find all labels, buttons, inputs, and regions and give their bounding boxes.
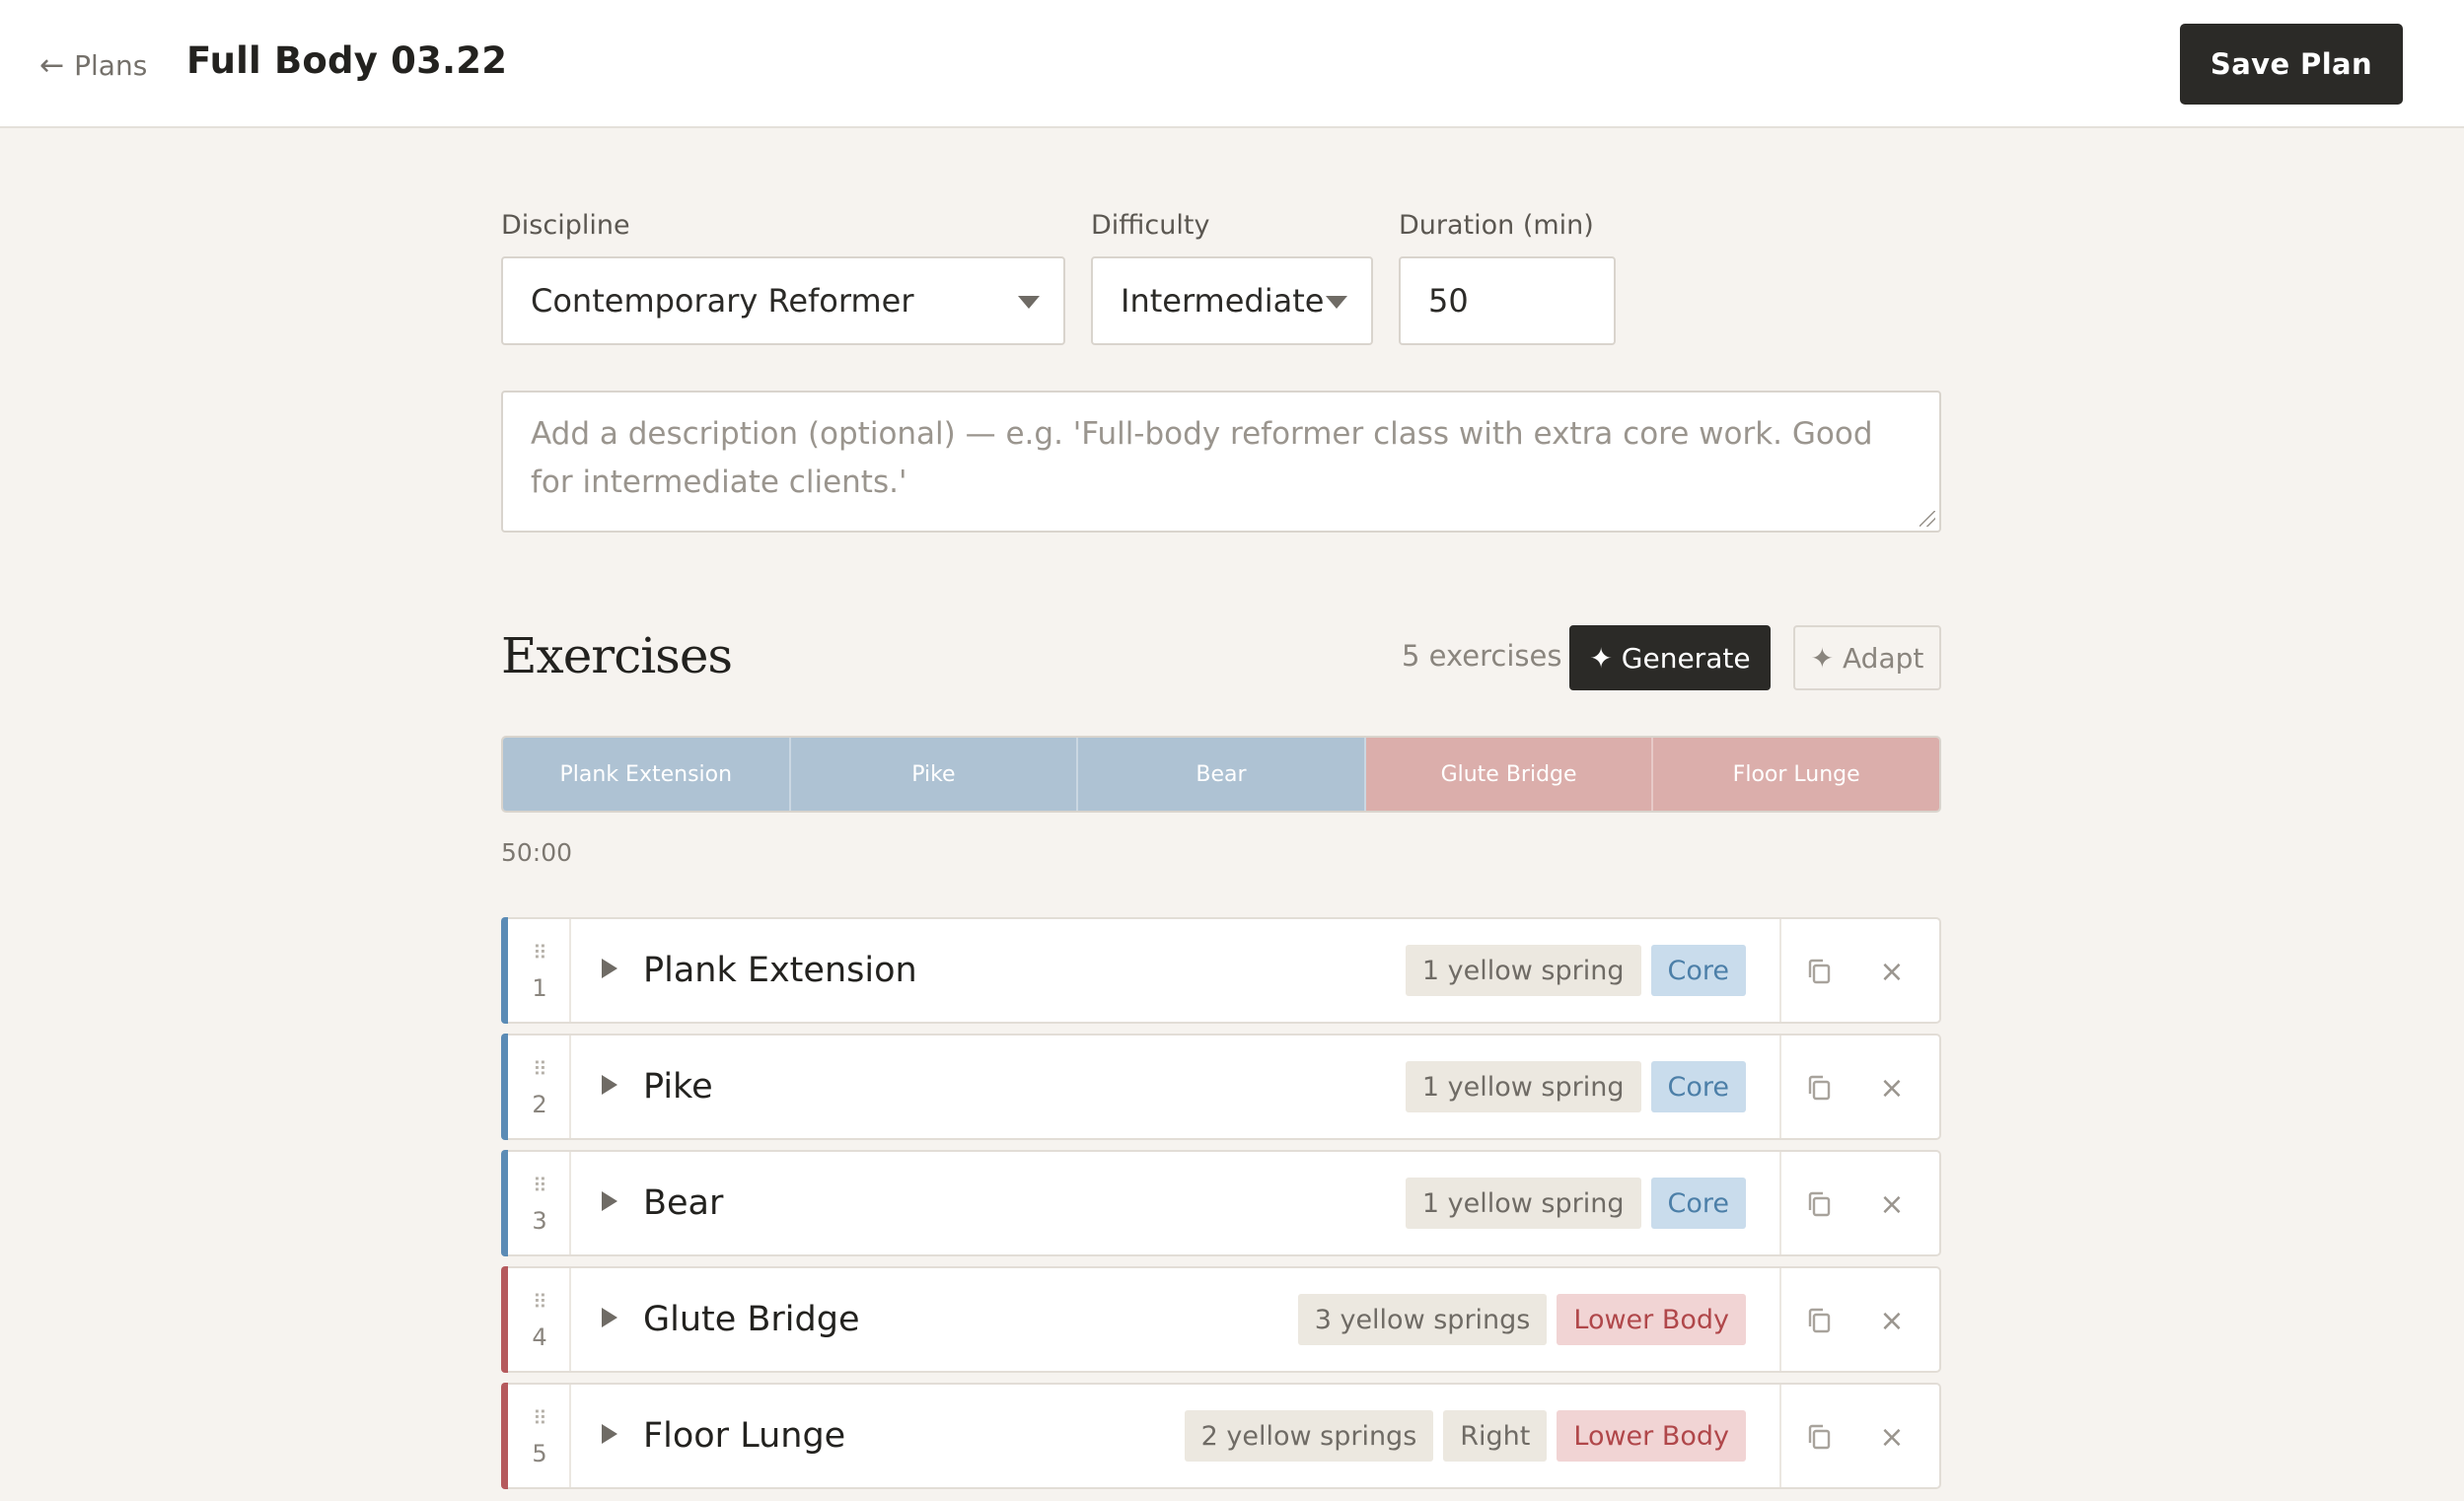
play-triangle-icon[interactable] <box>602 1424 617 1444</box>
copy-icon[interactable] <box>1805 1073 1833 1103</box>
duration-value: 50 <box>1428 282 1469 320</box>
row-divider <box>1779 1036 1781 1138</box>
discipline-value: Contemporary Reformer <box>531 282 914 320</box>
exercises-heading: Exercises <box>501 627 733 684</box>
side-tag: Right <box>1443 1410 1548 1462</box>
duration-input[interactable]: 50 <box>1399 256 1616 345</box>
category-tag: Lower Body <box>1557 1294 1746 1345</box>
close-icon[interactable]: × <box>1878 1071 1906 1106</box>
description-placeholder: Add a description (optional) — e.g. 'Ful… <box>531 416 1873 500</box>
timeline-total-duration: 50:00 <box>501 838 573 867</box>
back-link-label: Plans <box>74 48 148 82</box>
row-divider <box>1779 1268 1781 1371</box>
category-accent-bar <box>501 1383 508 1489</box>
timeline-segment[interactable]: Glute Bridge <box>1365 738 1654 811</box>
exercise-number: 3 <box>532 1207 547 1235</box>
category-tag: Core <box>1650 1061 1746 1112</box>
exercise-number: 4 <box>532 1323 547 1351</box>
exercise-tags: 1 yellow spring Core <box>1405 1178 1746 1229</box>
play-triangle-icon[interactable] <box>602 959 617 978</box>
close-icon[interactable]: × <box>1878 955 1906 989</box>
drag-handle-icon: ⠿ <box>533 1290 547 1314</box>
spring-tag: 1 yellow spring <box>1405 1178 1641 1229</box>
category-accent-bar <box>501 1034 508 1140</box>
row-divider <box>1779 1152 1781 1254</box>
difficulty-select[interactable]: Intermediate <box>1091 256 1373 345</box>
close-icon[interactable]: × <box>1878 1420 1906 1455</box>
drag-handle-icon: ⠿ <box>533 1406 547 1430</box>
exercise-name: Glute Bridge <box>643 1300 860 1339</box>
timeline-segment[interactable]: Floor Lunge <box>1653 738 1939 811</box>
copy-icon[interactable] <box>1805 957 1833 986</box>
exercise-name: Bear <box>643 1183 724 1223</box>
category-tag: Core <box>1650 945 1746 996</box>
exercise-number: 2 <box>532 1091 547 1118</box>
page-title: Full Body 03.22 <box>186 39 508 82</box>
exercise-name: Plank Extension <box>643 951 917 990</box>
exercise-tags: 2 yellow springs Right Lower Body <box>1184 1410 1746 1462</box>
drag-handle[interactable]: ⠿ 1 <box>508 919 571 1022</box>
back-to-plans-link[interactable]: ← Plans <box>39 45 147 85</box>
save-plan-button[interactable]: Save Plan <box>2180 24 2403 105</box>
arrow-left-icon: ← <box>39 47 65 83</box>
discipline-label: Discipline <box>501 210 630 241</box>
category-tag: Core <box>1650 1178 1746 1229</box>
drag-handle[interactable]: ⠿ 3 <box>508 1152 571 1254</box>
exercise-row[interactable]: ⠿ 4 Glute Bridge 3 yellow springs Lower … <box>501 1266 1941 1373</box>
timeline-segment[interactable]: Plank Extension <box>503 738 791 811</box>
drag-handle[interactable]: ⠿ 5 <box>508 1385 571 1487</box>
exercise-name: Pike <box>643 1067 713 1107</box>
timeline-bar: Plank Extension Pike Bear Glute Bridge F… <box>501 736 1941 813</box>
drag-handle-icon: ⠿ <box>533 941 547 965</box>
spring-tag: 3 yellow springs <box>1297 1294 1548 1345</box>
row-divider <box>1779 919 1781 1022</box>
copy-icon[interactable] <box>1805 1189 1833 1219</box>
category-accent-bar <box>501 1266 508 1373</box>
row-divider <box>1779 1385 1781 1487</box>
play-triangle-icon[interactable] <box>602 1308 617 1327</box>
difficulty-label: Difficulty <box>1091 210 1210 241</box>
category-accent-bar <box>501 917 508 1024</box>
description-textarea[interactable]: Add a description (optional) — e.g. 'Ful… <box>501 391 1941 533</box>
copy-icon[interactable] <box>1805 1306 1833 1335</box>
close-icon[interactable]: × <box>1878 1304 1906 1338</box>
exercise-row[interactable]: ⠿ 1 Plank Extension 1 yellow spring Core… <box>501 917 1941 1024</box>
exercise-row[interactable]: ⠿ 3 Bear 1 yellow spring Core × <box>501 1150 1941 1256</box>
exercise-tags: 3 yellow springs Lower Body <box>1297 1294 1746 1345</box>
adapt-button[interactable]: ✦ Adapt <box>1793 625 1941 690</box>
generate-button[interactable]: ✦ Generate <box>1569 625 1771 690</box>
copy-icon[interactable] <box>1805 1422 1833 1452</box>
category-accent-bar <box>501 1150 508 1256</box>
close-icon[interactable]: × <box>1878 1187 1906 1222</box>
exercise-row[interactable]: ⠿ 2 Pike 1 yellow spring Core × <box>501 1034 1941 1140</box>
exercise-number: 1 <box>532 974 547 1002</box>
top-bar: ← Plans Full Body 03.22 Save Plan <box>0 0 2464 128</box>
spring-tag: 1 yellow spring <box>1405 1061 1641 1112</box>
discipline-select[interactable]: Contemporary Reformer <box>501 256 1065 345</box>
spring-tag: 2 yellow springs <box>1184 1410 1434 1462</box>
drag-handle[interactable]: ⠿ 2 <box>508 1036 571 1138</box>
chevron-down-icon <box>1326 296 1347 309</box>
timeline-segment[interactable]: Pike <box>790 738 1079 811</box>
exercise-row[interactable]: ⠿ 5 Floor Lunge 2 yellow springs Right L… <box>501 1383 1941 1489</box>
exercise-tags: 1 yellow spring Core <box>1405 945 1746 996</box>
spring-tag: 1 yellow spring <box>1405 945 1641 996</box>
play-triangle-icon[interactable] <box>602 1191 617 1211</box>
exercise-count: 5 exercises <box>1402 639 1562 673</box>
category-tag: Lower Body <box>1557 1410 1746 1462</box>
difficulty-value: Intermediate <box>1121 282 1325 320</box>
play-triangle-icon[interactable] <box>602 1075 617 1095</box>
exercise-tags: 1 yellow spring Core <box>1405 1061 1746 1112</box>
exercise-number: 5 <box>532 1440 547 1467</box>
drag-handle[interactable]: ⠿ 4 <box>508 1268 571 1371</box>
drag-handle-icon: ⠿ <box>533 1057 547 1081</box>
chevron-down-icon <box>1018 296 1040 309</box>
exercise-name: Floor Lunge <box>643 1416 846 1456</box>
duration-label: Duration (min) <box>1399 210 1594 241</box>
drag-handle-icon: ⠿ <box>533 1174 547 1197</box>
timeline-segment[interactable]: Bear <box>1078 738 1366 811</box>
resize-grip-icon[interactable] <box>1920 511 1935 527</box>
